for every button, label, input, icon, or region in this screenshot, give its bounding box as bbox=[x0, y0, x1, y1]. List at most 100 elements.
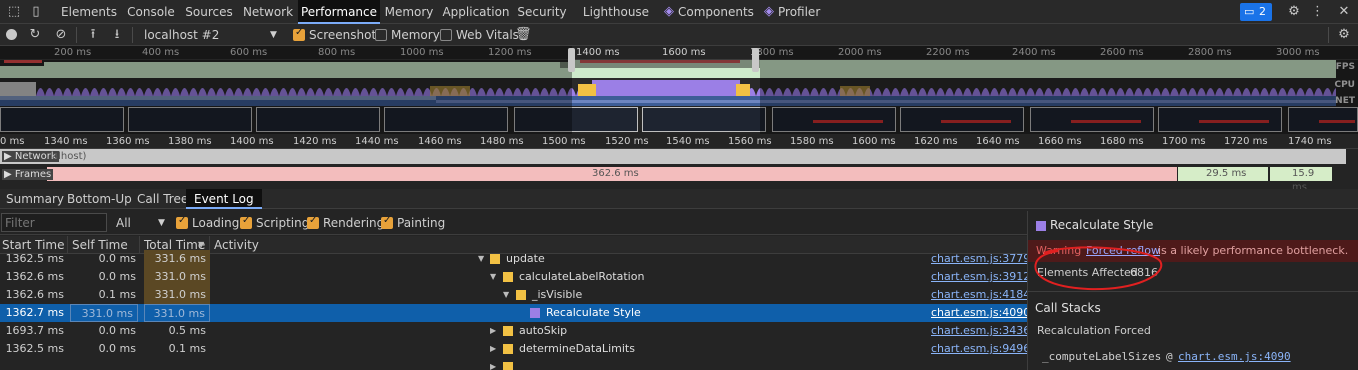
call-stacks-heading: Call Stacks bbox=[1035, 301, 1101, 315]
frames-track[interactable]: 362.6 ms 29.5 ms 15.9 ms ▶ Frames bbox=[0, 166, 1346, 193]
detail-tick: 0 ms bbox=[0, 136, 25, 147]
loading-checkbox[interactable] bbox=[176, 215, 188, 229]
table-row-selected[interactable]: 1362.7 ms 331.0 ms 331.0 ms Recalculate … bbox=[0, 304, 1030, 322]
frame-normal[interactable]: 29.5 ms bbox=[1178, 167, 1268, 181]
table-row-partial[interactable]: ▶ bbox=[0, 358, 1027, 370]
painting-checkbox[interactable] bbox=[381, 215, 393, 229]
detail-tick: 1420 ms bbox=[293, 136, 337, 147]
tab-sources[interactable]: Sources bbox=[182, 0, 236, 24]
detail-tick: 1520 ms bbox=[605, 136, 649, 147]
filter-select[interactable]: All bbox=[116, 211, 131, 235]
target-select[interactable]: localhost #2 bbox=[144, 24, 219, 46]
details-panel: Recalculate Style Warning Forced reflow … bbox=[1027, 211, 1358, 370]
scripting-label: Scripting bbox=[256, 216, 310, 230]
clear-icon[interactable]: ⊘ bbox=[54, 24, 68, 46]
more-options-icon[interactable]: ⋮ bbox=[1311, 0, 1324, 24]
table-row[interactable]: 1362.6 ms 0.1 ms 331.0 ms ▼ _isVisible c… bbox=[0, 286, 1030, 304]
rendering-category-icon bbox=[1036, 221, 1046, 231]
tab-call-tree[interactable]: Call Tree bbox=[137, 189, 188, 209]
frame-duration: 362.6 ms bbox=[592, 168, 639, 179]
expand-triangle-icon[interactable]: ▼ bbox=[490, 268, 496, 286]
source-link[interactable]: chart.esm.js:3779 bbox=[931, 250, 1030, 268]
detail-tick: 1500 ms bbox=[542, 136, 586, 147]
react-components-icon: ◈ bbox=[664, 4, 674, 19]
screenshot-thumbnail[interactable] bbox=[642, 107, 766, 132]
web-vitals-label: Web Vitals bbox=[456, 28, 519, 42]
tab-network[interactable]: Network bbox=[238, 0, 298, 24]
expand-triangle-icon[interactable]: ▼ bbox=[503, 286, 509, 304]
tab-summary[interactable]: Summary bbox=[6, 189, 64, 209]
detail-tick: 1360 ms bbox=[106, 136, 150, 147]
start-time-cell: 1362.5 ms bbox=[5, 342, 64, 355]
source-link[interactable]: chart.esm.js:9496 bbox=[931, 340, 1030, 358]
message-icon: ▭ bbox=[1244, 5, 1255, 18]
tab-security[interactable]: Security bbox=[514, 0, 570, 24]
device-toolbar-icon[interactable]: ▯ bbox=[28, 0, 44, 24]
network-track[interactable]: ▶ Network alhost) bbox=[0, 149, 1346, 164]
table-row[interactable]: 1693.7 ms 0.0 ms 0.5 ms ▶ autoSkip chart… bbox=[0, 322, 1031, 340]
start-time-cell: 1693.7 ms bbox=[5, 324, 64, 337]
warning-text: is a likely performance bottleneck. bbox=[1158, 244, 1349, 257]
tab-application[interactable]: Application bbox=[440, 0, 512, 24]
issues-badge[interactable]: ▭ 2 bbox=[1240, 3, 1272, 21]
selection-handle-left[interactable] bbox=[568, 48, 575, 72]
stack-function: _computeLabelSizes bbox=[1042, 350, 1162, 363]
detail-tick: 1680 ms bbox=[1100, 136, 1144, 147]
self-time-cell: 0.0 ms bbox=[98, 324, 136, 337]
overview-unselected-left bbox=[0, 46, 572, 134]
record-icon[interactable] bbox=[6, 29, 17, 40]
collapse-triangle-icon[interactable]: ▶ bbox=[490, 358, 496, 370]
upload-profile-icon[interactable]: ⭱ bbox=[86, 24, 100, 46]
settings-gear-icon[interactable]: ⚙ bbox=[1286, 0, 1302, 24]
source-link[interactable]: chart.esm.js:3436 bbox=[931, 322, 1030, 340]
collapse-triangle-icon[interactable]: ▶ bbox=[490, 340, 496, 358]
detail-tick: 1560 ms bbox=[728, 136, 772, 147]
stack-source-link[interactable]: chart.esm.js:4090 bbox=[1178, 350, 1291, 363]
detail-tick: 1460 ms bbox=[418, 136, 462, 147]
web-vitals-checkbox[interactable] bbox=[440, 29, 452, 41]
detail-tick: 1440 ms bbox=[355, 136, 399, 147]
selection-handle-right[interactable] bbox=[752, 48, 759, 72]
tab-lighthouse[interactable]: Lighthouse bbox=[582, 0, 650, 24]
rendering-checkbox[interactable] bbox=[307, 215, 319, 229]
tab-bottom-up[interactable]: Bottom-Up bbox=[67, 189, 132, 209]
capture-settings-gear-icon[interactable]: ⚙ bbox=[1336, 24, 1352, 46]
expand-triangle-icon[interactable]: ▼ bbox=[478, 250, 484, 268]
table-row[interactable]: 1362.6 ms 0.0 ms 331.0 ms ▼ calculateLab… bbox=[0, 268, 1030, 286]
screenshots-checkbox[interactable] bbox=[293, 27, 305, 41]
chevron-down-icon[interactable]: ▼ bbox=[270, 24, 277, 46]
memory-checkbox[interactable] bbox=[375, 29, 387, 41]
tab-performance[interactable]: Performance bbox=[298, 0, 380, 24]
source-link[interactable]: chart.esm.js:4090 bbox=[931, 304, 1030, 322]
source-link[interactable]: chart.esm.js:3912 bbox=[931, 268, 1030, 286]
table-row[interactable]: 1362.5 ms 0.0 ms 331.6 ms ▼ update chart… bbox=[0, 250, 1030, 268]
divider bbox=[1028, 291, 1358, 292]
tab-console[interactable]: Console bbox=[122, 0, 180, 24]
frame-long[interactable]: 362.6 ms bbox=[47, 167, 1177, 181]
collapse-triangle-icon[interactable]: ▶ bbox=[490, 322, 496, 340]
issues-count: 2 bbox=[1259, 5, 1266, 18]
detail-tick: 1380 ms bbox=[168, 136, 212, 147]
tab-profiler[interactable]: Profiler bbox=[778, 0, 820, 24]
table-row[interactable]: 1362.5 ms 0.0 ms 0.1 ms ▶ determineDataL… bbox=[0, 340, 1031, 358]
total-time-cell: 331.0 ms bbox=[144, 304, 210, 322]
frame-normal[interactable]: 15.9 ms bbox=[1270, 167, 1332, 193]
download-profile-icon[interactable]: ⭳ bbox=[110, 24, 124, 46]
reload-record-icon[interactable]: ↻ bbox=[28, 24, 42, 46]
scripting-category-icon bbox=[503, 326, 513, 336]
detail-tick: 1700 ms bbox=[1162, 136, 1206, 147]
tab-components[interactable]: Components bbox=[678, 0, 754, 24]
source-link[interactable]: chart.esm.js:4184 bbox=[931, 286, 1030, 304]
inspect-element-icon[interactable]: ⬚ bbox=[6, 0, 22, 24]
self-time-cell: 0.0 ms bbox=[98, 342, 136, 355]
trash-icon[interactable]: 🗑 bbox=[515, 24, 532, 46]
self-time-cell: 0.0 ms bbox=[98, 252, 136, 265]
tab-elements[interactable]: Elements bbox=[58, 0, 120, 24]
tab-memory[interactable]: Memory bbox=[382, 0, 436, 24]
chevron-down-icon[interactable]: ▼ bbox=[158, 211, 165, 235]
close-devtools-icon[interactable]: ✕ bbox=[1336, 0, 1352, 24]
start-time-cell: 1362.6 ms bbox=[5, 288, 64, 301]
scripting-checkbox[interactable] bbox=[240, 215, 252, 229]
tab-event-log[interactable]: Event Log bbox=[186, 189, 262, 209]
filter-input[interactable] bbox=[1, 213, 107, 232]
